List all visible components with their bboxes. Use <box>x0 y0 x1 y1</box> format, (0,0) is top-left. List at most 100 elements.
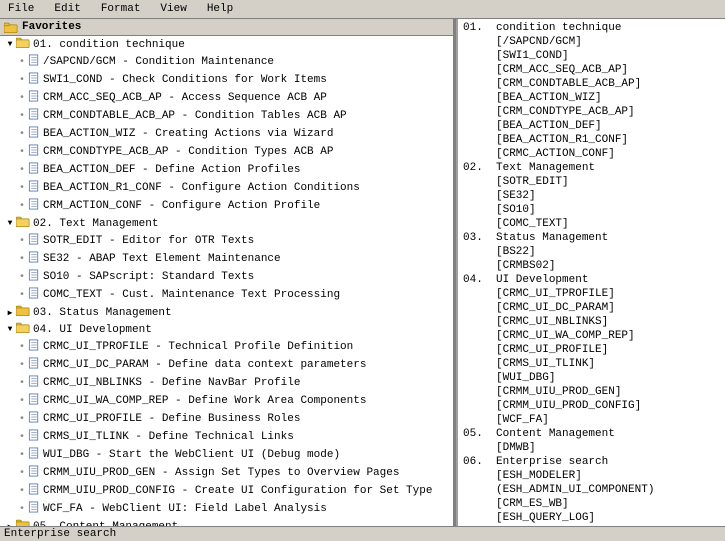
code-line: (ESH_ADMIN_UI_COMPONENT) <box>463 483 721 497</box>
tree-item-group04[interactable]: ▼ 04. UI Development <box>0 321 453 338</box>
tree-item-label: COMC_TEXT - Cust. Maintenance Text Proce… <box>43 289 340 301</box>
tree-item-label: CRM_ACTION_CONF - Configure Action Profi… <box>43 200 320 212</box>
tree-item-label: /SAPCND/GCM - Condition Maintenance <box>43 56 274 68</box>
code-line: [CRMC_UI_PROFILE] <box>463 343 721 357</box>
tree-item-label: SE32 - ABAP Text Element Maintenance <box>43 253 281 265</box>
tree-item-crmacc[interactable]: •CRM_ACC_SEQ_ACB_AP - Access Sequence AC… <box>0 89 453 107</box>
tree-item-bearconf[interactable]: •BEA_ACTION_R1_CONF - Configure Action C… <box>0 179 453 197</box>
expand-icon: • <box>16 395 28 407</box>
doc-icon <box>28 287 40 303</box>
tree-item-group02[interactable]: ▼02. Text Management <box>0 215 453 232</box>
tree-item-group03[interactable]: ▶03. Status Management <box>0 304 453 321</box>
menu-edit[interactable]: Edit <box>50 2 84 16</box>
tree-item-comc[interactable]: • COMC_TEXT - Cust. Maintenance Text Proc… <box>0 286 453 304</box>
tree-item-wcffa[interactable]: •WCF_FA - WebClient UI: Field Label Anal… <box>0 500 453 518</box>
code-line: [CRM_ES_WB] <box>463 497 721 511</box>
tree-container: ▼01. condition technique•/SAPCND/GCM - C… <box>0 36 453 526</box>
tree-item-label: CRMS_UI_TLINK - Define Technical Links <box>43 431 294 443</box>
tree-item-beadef[interactable]: •BEA_ACTION_DEF - Define Action Profiles <box>0 161 453 179</box>
tree-item-beawiz[interactable]: •BEA_ACTION_WIZ - Creating Actions via W… <box>0 125 453 143</box>
tree-item-crmcond[interactable]: •CRM_CONDTABLE_ACB_AP - Condition Tables… <box>0 107 453 125</box>
tree-item-label: CRM_CONDTYPE_ACB_AP - Condition Types AC… <box>43 146 333 158</box>
expand-icon: ▼ <box>4 324 16 336</box>
tree-item-wacomp[interactable]: •CRMC_UI_WA_COMP_REP - Define Work Area … <box>0 392 453 410</box>
doc-icon <box>28 465 40 481</box>
tree-item-prodconf[interactable]: • CRMM_UIU_PROD_CONFIG - Create UI Config… <box>0 482 453 500</box>
expand-icon: • <box>16 503 28 515</box>
expand-icon: • <box>16 146 28 158</box>
doc-icon <box>28 393 40 409</box>
expand-icon: • <box>16 413 28 425</box>
doc-icon <box>28 411 40 427</box>
folder-icon <box>16 519 30 526</box>
code-line: [SE32] <box>463 189 721 203</box>
tree-item-label: 02. Text Management <box>33 218 158 230</box>
code-line: [BEA_ACTION_DEF] <box>463 119 721 133</box>
code-line: [CRMM_UIU_PROD_CONFIG] <box>463 399 721 413</box>
code-line: [ESH_QUERY_LOG] <box>463 511 721 525</box>
tree-item-nblinks[interactable]: •CRMC_UI_NBLINKS - Define NavBar Profile <box>0 374 453 392</box>
tree-item-crmtype[interactable]: • CRM_CONDTYPE_ACB_AP - Condition Types A… <box>0 143 453 161</box>
expand-icon: ▼ <box>4 39 16 51</box>
tree-item-label: 04. UI Development <box>33 324 152 336</box>
tree-item-label: CRMC_UI_PROFILE - Define Business Roles <box>43 413 300 425</box>
doc-icon <box>28 72 40 88</box>
code-line: [ESH_MODELER] <box>463 469 721 483</box>
tree-item-wuidbg[interactable]: •WUI_DBG - Start the WebClient UI (Debug… <box>0 446 453 464</box>
code-line: 02. Text Management <box>463 161 721 175</box>
expand-icon: • <box>16 485 28 497</box>
tree-item-uiprofile[interactable]: • CRMC_UI_PROFILE - Define Business Roles <box>0 410 453 428</box>
tree-item-se32[interactable]: • SE32 - ABAP Text Element Maintenance <box>0 250 453 268</box>
code-line: [CRMC_UI_WA_COMP_REP] <box>463 329 721 343</box>
tree-item-label: BEA_ACTION_DEF - Define Action Profiles <box>43 164 300 176</box>
code-line: [/SAPCND/GCM] <box>463 35 721 49</box>
tree-item-label: CRMM_UIU_PROD_CONFIG - Create UI Configu… <box>43 485 432 497</box>
status-text: Enterprise search <box>4 528 116 540</box>
tree-item-prodgen[interactable]: •CRMM_UIU_PROD_GEN - Assign Set Types to… <box>0 464 453 482</box>
code-line: [CRM_CONDTABLE_ACB_AP] <box>463 77 721 91</box>
folder-open-icon <box>16 322 30 337</box>
tree-item-group05[interactable]: ▶05. Content Management <box>0 518 453 526</box>
expand-icon: • <box>16 341 28 353</box>
expand-icon: • <box>16 377 28 389</box>
code-line: [BEA_ACTION_WIZ] <box>463 91 721 105</box>
tree-item-label: 01. condition technique <box>33 39 185 51</box>
tree-item-dcparam[interactable]: •CRMC_UI_DC_PARAM - Define data context … <box>0 356 453 374</box>
tree-item-label: CRMC_UI_TPROFILE - Technical Profile Def… <box>43 341 353 353</box>
tree-item-swi1cond[interactable]: •SWI1_COND - Check Conditions for Work I… <box>0 71 453 89</box>
doc-icon <box>28 339 40 355</box>
tree-item-so10[interactable]: •SO10 - SAPscript: Standard Texts <box>0 268 453 286</box>
folder-open-icon <box>16 37 30 52</box>
code-line: [CRMS_UI_TLINK] <box>463 357 721 371</box>
tree-item-group01[interactable]: ▼ 01. condition technique <box>0 36 453 53</box>
tree-item-sapcnd[interactable]: •/SAPCND/GCM - Condition Maintenance <box>0 53 453 71</box>
expand-icon: • <box>16 253 28 265</box>
tree-item-label: BEA_ACTION_R1_CONF - Configure Action Co… <box>43 182 360 194</box>
doc-icon <box>28 144 40 160</box>
doc-icon <box>28 357 40 373</box>
code-line: [SO10] <box>463 203 721 217</box>
code-line: [COMC_TEXT] <box>463 217 721 231</box>
doc-icon <box>28 90 40 106</box>
expand-icon: • <box>16 74 28 86</box>
expand-icon: • <box>16 289 28 301</box>
doc-icon <box>28 501 40 517</box>
tree-item-crmconf[interactable]: •CRM_ACTION_CONF - Configure Action Prof… <box>0 197 453 215</box>
tree-item-tprofile[interactable]: • CRMC_UI_TPROFILE - Technical Profile De… <box>0 338 453 356</box>
tree-item-label: CRMC_UI_DC_PARAM - Define data context p… <box>43 359 366 371</box>
tree-item-label: CRM_ACC_SEQ_ACB_AP - Access Sequence ACB… <box>43 92 327 104</box>
expand-icon: • <box>16 128 28 140</box>
menu-view[interactable]: View <box>156 2 190 16</box>
expand-icon: • <box>16 467 28 479</box>
code-line: [CRMC_UI_DC_PARAM] <box>463 301 721 315</box>
expand-icon: ▶ <box>4 307 16 319</box>
tree-item-tlink[interactable]: •CRMS_UI_TLINK - Define Technical Links <box>0 428 453 446</box>
doc-icon <box>28 108 40 124</box>
menu-format[interactable]: Format <box>97 2 145 16</box>
menu-file[interactable]: File <box>4 2 38 16</box>
menu-help[interactable]: Help <box>203 2 237 16</box>
code-line: [SWI1_COND] <box>463 49 721 63</box>
tree-item-sotr[interactable]: •SOTR_EDIT - Editor for OTR Texts <box>0 232 453 250</box>
code-line: [CRMC_ACTION_CONF] <box>463 147 721 161</box>
doc-icon <box>28 375 40 391</box>
